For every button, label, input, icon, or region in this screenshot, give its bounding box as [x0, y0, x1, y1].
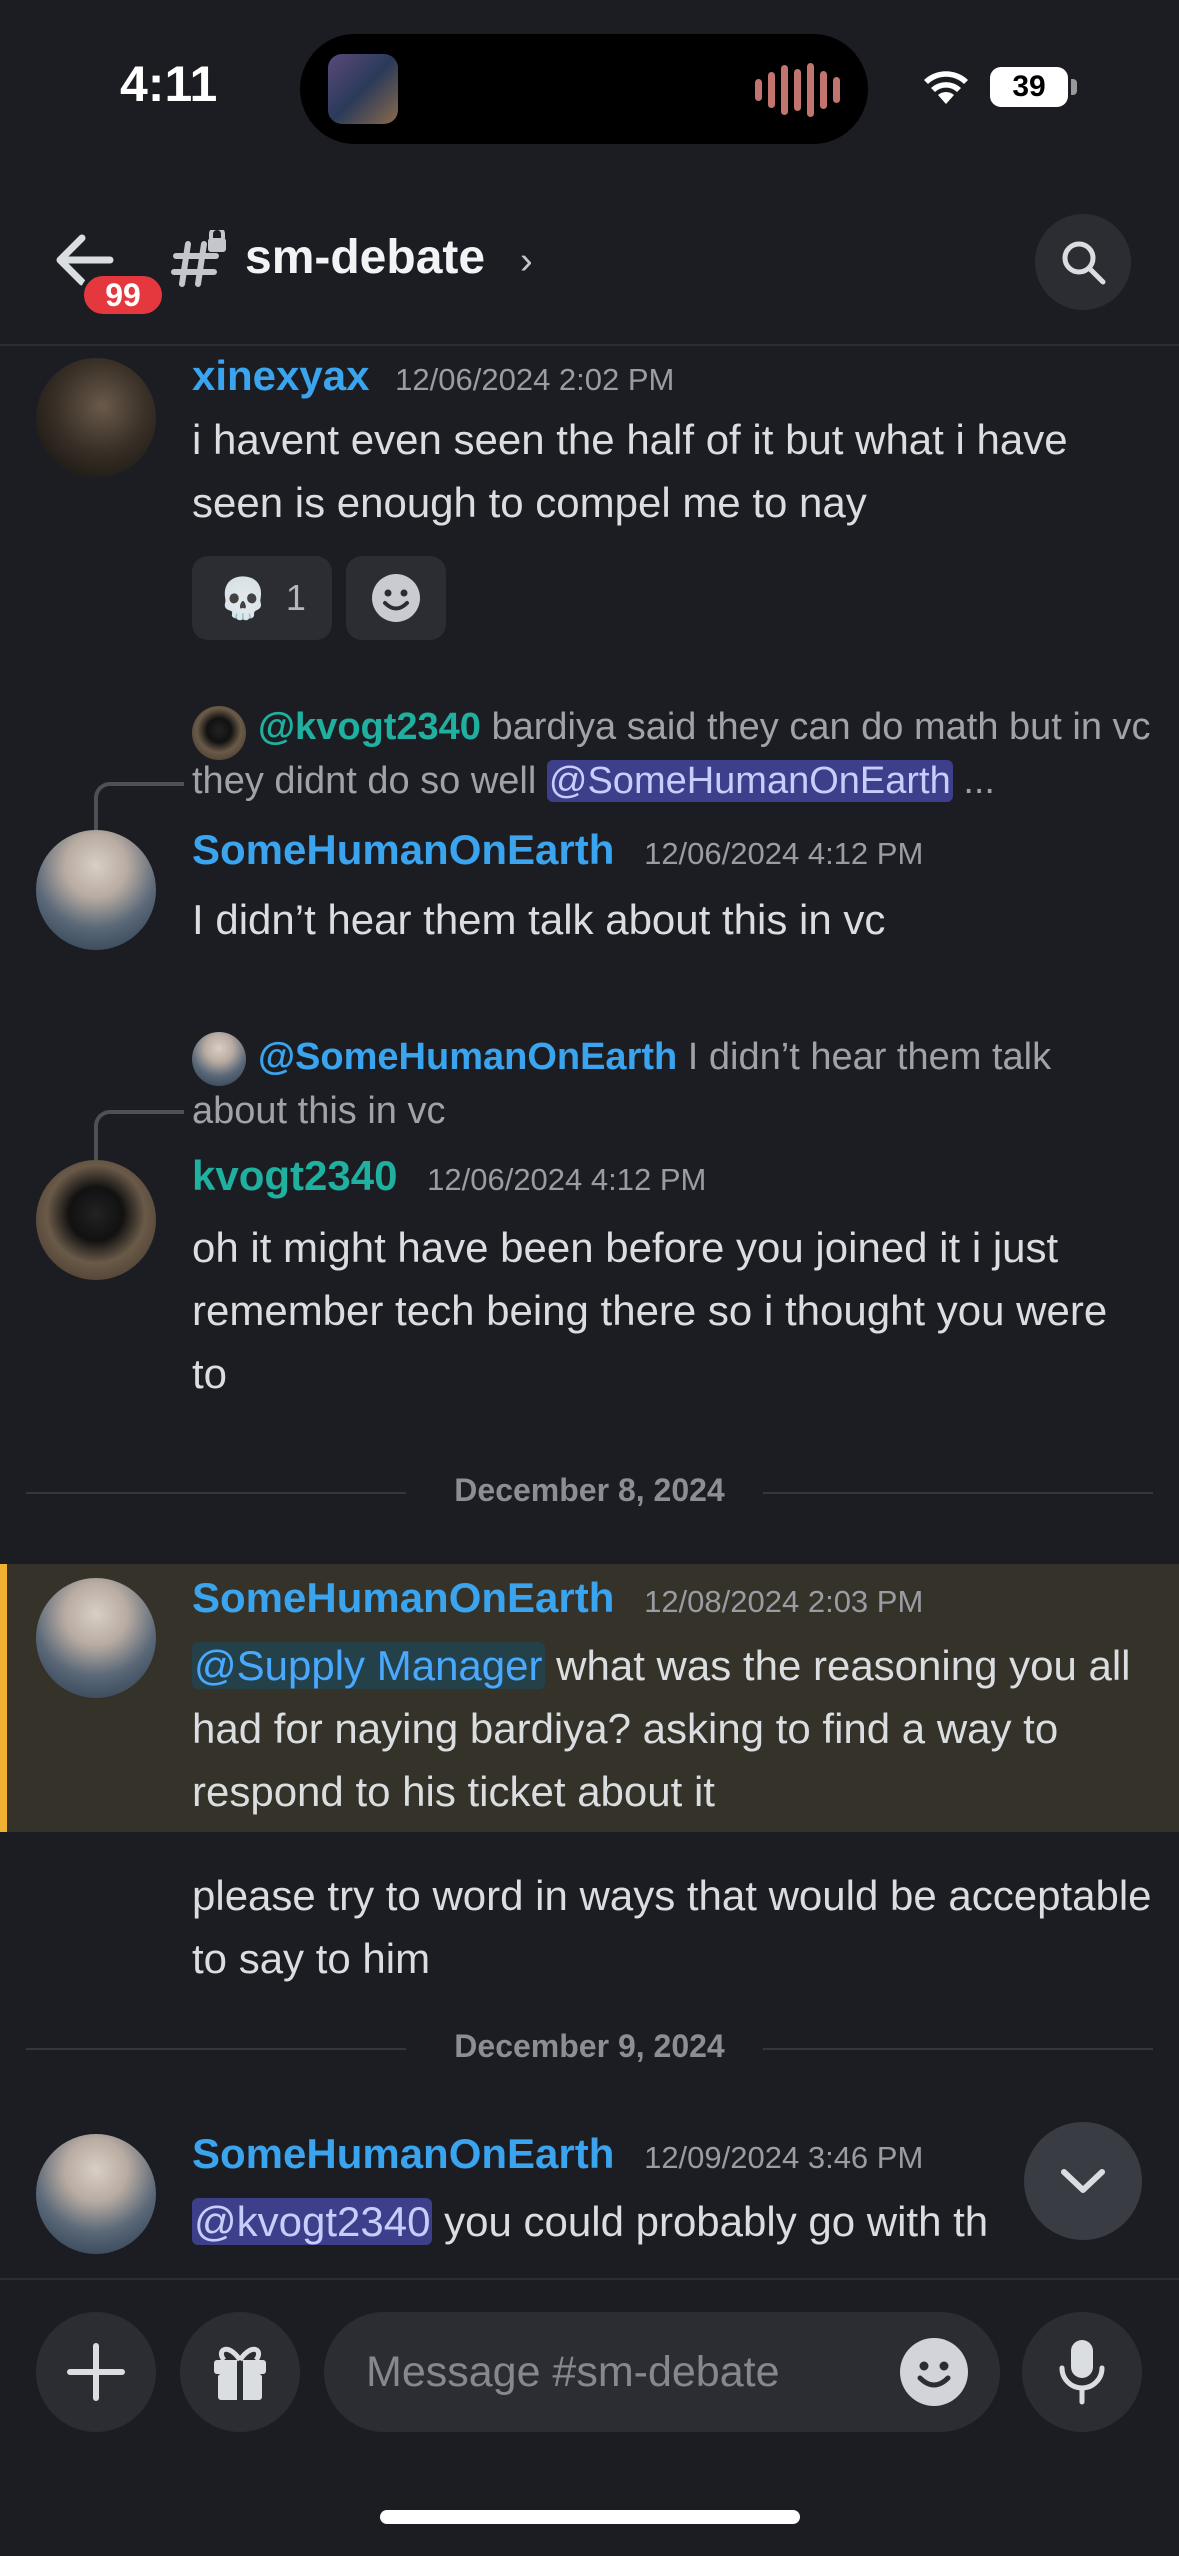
message-author[interactable]: SomeHumanOnEarth 12/08/2024 2:03 PM: [192, 1574, 923, 1622]
message-text: @Supply Manager what was the reasoning y…: [192, 1634, 1152, 1823]
reply-preview[interactable]: @kvogt2340 bardiya said they can do math…: [192, 700, 1152, 808]
now-playing-artwork: [328, 54, 398, 124]
username[interactable]: SomeHumanOnEarth: [192, 826, 614, 873]
avatar[interactable]: [36, 1160, 156, 1280]
message-input-placeholder: Message #sm-debate: [366, 2348, 780, 2396]
status-time: 4:11: [120, 56, 218, 112]
username[interactable]: SomeHumanOnEarth: [192, 1574, 614, 1621]
message-text: oh it might have been before you joined …: [192, 1224, 1108, 1397]
jump-to-present-button[interactable]: [1024, 2122, 1142, 2240]
reply-mention[interactable]: @SomeHumanOnEarth: [546, 760, 953, 802]
reaction-skull[interactable]: 💀 1: [192, 556, 332, 640]
message-author[interactable]: SomeHumanOnEarth 12/06/2024 4:12 PM: [192, 826, 923, 874]
add-attachment-button[interactable]: [36, 2312, 156, 2432]
reply-preview[interactable]: @SomeHumanOnEarth I didn’t hear them tal…: [192, 1030, 1152, 1138]
user-mention[interactable]: @kvogt2340: [192, 2198, 433, 2245]
reply-username[interactable]: @kvogt2340: [258, 706, 481, 748]
message-text: i havent even seen the half of it but wh…: [192, 416, 1068, 526]
message-input[interactable]: Message #sm-debate: [324, 2312, 1000, 2432]
plus-icon: [67, 2343, 125, 2401]
message-author[interactable]: kvogt2340 12/06/2024 4:12 PM: [192, 1152, 706, 1200]
avatar[interactable]: [36, 830, 156, 950]
gift-icon: [214, 2346, 266, 2400]
reply-ellipsis: ...: [963, 760, 995, 802]
avatar[interactable]: [36, 1578, 156, 1698]
message-list[interactable]: xinexyax 12/06/2024 2:02 PM i havent eve…: [0, 348, 1179, 2278]
timestamp: 12/09/2024 3:46 PM: [644, 2140, 924, 2175]
message-text: I didn’t hear them talk about this in vc: [192, 896, 886, 943]
dynamic-island[interactable]: [300, 34, 868, 144]
emoji-icon: [372, 574, 420, 622]
username[interactable]: SomeHumanOnEarth: [192, 2130, 614, 2177]
timestamp: 12/06/2024 4:12 PM: [427, 1162, 707, 1197]
timestamp: 12/08/2024 2:03 PM: [644, 1584, 924, 1619]
skull-emoji: 💀: [218, 576, 268, 621]
avatar[interactable]: [36, 2134, 156, 2254]
timestamp: 12/06/2024 4:12 PM: [644, 836, 924, 871]
search-button[interactable]: [1035, 214, 1131, 310]
hashtag-lock-icon: [171, 230, 226, 287]
gift-button[interactable]: [180, 2312, 300, 2432]
username[interactable]: xinexyax: [192, 352, 369, 399]
reply-username[interactable]: @SomeHumanOnEarth: [258, 1036, 677, 1078]
avatar[interactable]: [36, 358, 156, 478]
channel-name[interactable]: sm-debate: [245, 230, 485, 285]
username[interactable]: kvogt2340: [192, 1152, 397, 1199]
message-author[interactable]: xinexyax 12/06/2024 2:02 PM: [192, 352, 674, 400]
voice-message-button[interactable]: [1022, 2312, 1142, 2432]
status-bar: 4:11 39: [0, 0, 1179, 170]
date-divider: December 8, 2024: [26, 1472, 1153, 1512]
message-body: you could probably go with th: [444, 2198, 989, 2245]
channel-header: 99 sm-debate ›: [0, 170, 1179, 346]
emoji-button[interactable]: [900, 2338, 968, 2406]
home-indicator[interactable]: [380, 2510, 800, 2524]
date-divider-label: December 9, 2024: [454, 2028, 725, 2064]
add-reaction-button[interactable]: [346, 556, 446, 640]
search-icon: [1062, 241, 1106, 285]
date-divider-label: December 8, 2024: [454, 1472, 725, 1508]
chevron-right-icon[interactable]: ›: [520, 240, 533, 283]
timestamp: 12/06/2024 2:02 PM: [395, 362, 675, 397]
microphone-icon: [1059, 2340, 1105, 2405]
emoji-icon: [917, 2361, 951, 2388]
audio-waveform-icon: [755, 62, 840, 117]
chevron-down-icon: [1061, 2169, 1105, 2193]
wifi-icon: [924, 71, 968, 104]
date-divider: December 9, 2024: [26, 2028, 1153, 2068]
message-followup: please try to word in ways that would be…: [192, 1872, 1152, 1982]
role-mention[interactable]: @Supply Manager: [192, 1642, 545, 1689]
message-author[interactable]: SomeHumanOnEarth 12/09/2024 3:46 PM: [192, 2130, 923, 2178]
battery-indicator: 39: [990, 67, 1068, 107]
battery-nub: [1071, 79, 1077, 95]
unread-badge: 99: [80, 272, 166, 318]
message-text: @kvogt2340 you could probably go with th: [192, 2190, 1152, 2253]
reaction-count: 1: [285, 577, 306, 618]
